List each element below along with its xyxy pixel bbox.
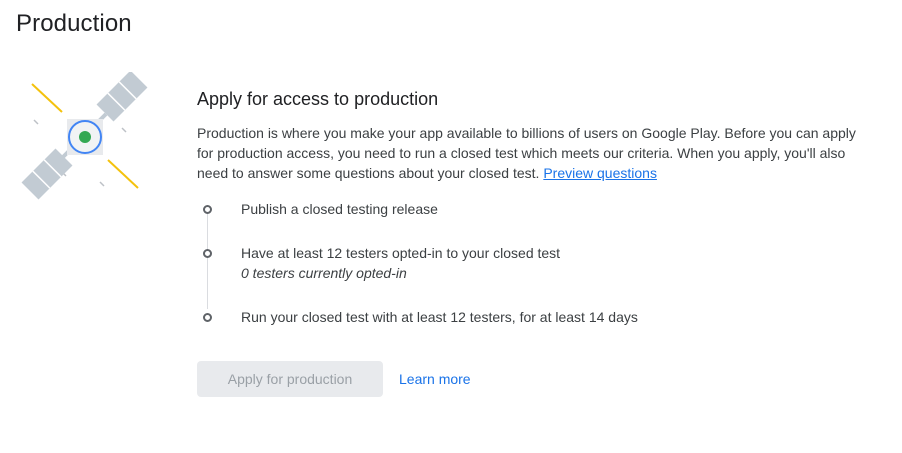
requirements-list: Publish a closed testing release Have at… bbox=[203, 199, 877, 347]
apply-for-production-button[interactable]: Apply for production bbox=[197, 361, 383, 397]
requirement-label: Run your closed test with at least 12 te… bbox=[241, 309, 638, 325]
learn-more-link[interactable]: Learn more bbox=[399, 371, 471, 387]
section-title: Apply for access to production bbox=[197, 89, 439, 109]
actions-row: Apply for production Learn more bbox=[197, 361, 877, 397]
description-text: Production is where you make your app av… bbox=[197, 125, 856, 181]
requirement-label: Have at least 12 testers opted-in to you… bbox=[241, 245, 561, 261]
step-circle-icon bbox=[203, 313, 212, 322]
production-page: Production Apply for access to productio… bbox=[0, 0, 902, 453]
requirement-label: Publish a closed testing release bbox=[241, 201, 438, 217]
page-title: Production bbox=[16, 10, 132, 37]
apply-section: Apply for access to production Productio… bbox=[197, 87, 877, 397]
satellite-illustration bbox=[20, 70, 150, 202]
requirement-status: 0 testers currently opted-in bbox=[241, 265, 407, 281]
step-circle-icon bbox=[203, 205, 212, 214]
section-description: Production is where you make your app av… bbox=[197, 123, 867, 183]
preview-questions-link[interactable]: Preview questions bbox=[543, 165, 657, 181]
requirement-item: Run your closed test with at least 12 te… bbox=[203, 307, 877, 347]
requirement-item: Publish a closed testing release bbox=[203, 199, 877, 243]
satellite-icon bbox=[21, 70, 148, 200]
step-circle-icon bbox=[203, 249, 212, 258]
requirement-item: Have at least 12 testers opted-in to you… bbox=[203, 243, 877, 307]
